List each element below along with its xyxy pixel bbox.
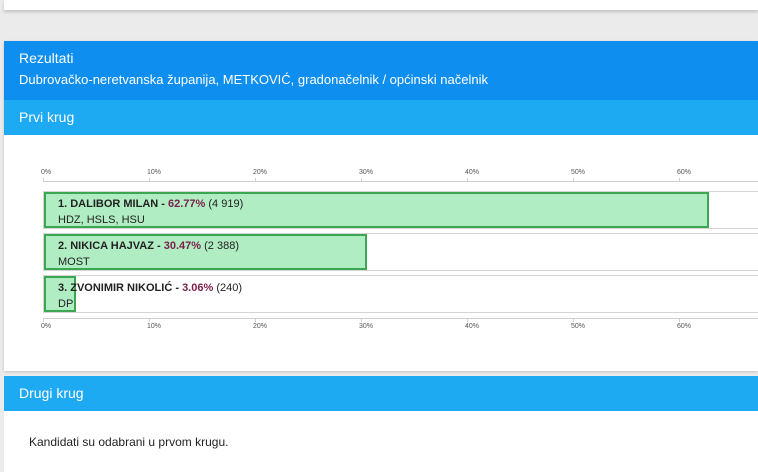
- axis-bottom-tick-mark-5: [573, 318, 574, 322]
- axis-top-tick-mark-6: [679, 178, 680, 182]
- candidate-party-1: HDZ, HSLS, HSU: [58, 214, 145, 226]
- axis-top-tick-mark-5: [573, 178, 574, 182]
- axis-bottom-tick-mark-3: [361, 318, 362, 322]
- candidate-name-2: 2. NIKICA HAJVAZ: [58, 240, 154, 252]
- axis-top-tick-3: 30%: [359, 169, 374, 176]
- axis-top: 0% 10% 20% 30% 40% 50% 60%: [41, 169, 758, 182]
- previous-card: [4, 0, 758, 10]
- candidate-row-1: 1. DALIBOR MILAN - 62.77% (4 919) HDZ, H…: [43, 191, 758, 229]
- candidate-text-2: 2. NIKICA HAJVAZ - 30.47% (2 388) MOST: [58, 240, 239, 268]
- axis-top-tick-6: 60%: [677, 169, 692, 176]
- axis-bottom-tick-mark-0: [43, 318, 44, 322]
- axis-top-tick-4: 40%: [465, 169, 480, 176]
- round2-title: Drugi krug: [19, 385, 84, 401]
- axis-top-tick-2: 20%: [253, 169, 268, 176]
- axis-top-tick-1: 10%: [147, 169, 162, 176]
- axis-top-tick-5: 50%: [571, 169, 586, 176]
- axis-bottom-tick-3: 30%: [359, 323, 374, 330]
- candidate-percent-1: 62.77%: [168, 198, 206, 210]
- axis-bottom-tick-0: 0%: [41, 323, 52, 330]
- round1-header: Prvi krug: [4, 100, 758, 135]
- candidate-party-2: MOST: [58, 256, 90, 268]
- candidate-percent-2: 30.47%: [163, 240, 202, 252]
- candidate-votes-1: (4 919): [208, 198, 244, 210]
- candidate-votes-2: (2 388): [204, 240, 239, 252]
- candidate-row-3: 3. ZVONIMIR NIKOLIĆ - 3.06% (240) DP: [43, 275, 758, 313]
- axis-bottom-tick-1: 10%: [147, 323, 162, 330]
- axis-top-tick-mark-2: [255, 178, 256, 182]
- results-title: Rezultati: [19, 50, 74, 66]
- candidate-row-2: 2. NIKICA HAJVAZ - 30.47% (2 388) MOST: [43, 233, 758, 271]
- candidate-name-3: 3. ZVONIMIR NIKOLIĆ: [58, 282, 173, 294]
- axis-bottom: 0% 10% 20% 30% 40% 50% 60%: [41, 318, 758, 334]
- candidate-percent-3: 3.06%: [182, 282, 214, 294]
- round1-title: Prvi krug: [19, 109, 75, 125]
- round1-chart: 0% 10% 20% 30% 40% 50% 60% 1. DALIBOR MILAN - …: [4, 135, 758, 371]
- axis-bottom-tick-mark-2: [255, 318, 256, 322]
- candidate-text-1: 1. DALIBOR MILAN - 62.77% (4 919) HDZ, H…: [58, 198, 244, 226]
- axis-top-tick-mark-0: [43, 178, 44, 182]
- axis-top-tick-mark-3: [361, 178, 362, 182]
- axis-bottom-tick-mark-4: [467, 318, 468, 322]
- axis-top-tick-mark-1: [149, 178, 150, 182]
- candidate-name-1: 1. DALIBOR MILAN: [58, 198, 159, 210]
- axis-bottom-tick-mark-6: [679, 318, 680, 322]
- round2-card: Drugi krug Kandidati su odabrani u prvom…: [4, 376, 758, 472]
- axis-bottom-tick-5: 50%: [571, 323, 586, 330]
- candidate-text-3: 3. ZVONIMIR NIKOLIĆ - 3.06% (240) DP: [58, 282, 243, 310]
- axis-top-tick-mark-4: [467, 178, 468, 182]
- axis-bottom-tick-6: 60%: [677, 323, 692, 330]
- axis-bottom-tick-4: 40%: [465, 323, 480, 330]
- candidate-party-3: DP: [58, 298, 74, 310]
- round2-note: Kandidati su odabrani u prvom krugu.: [29, 435, 229, 449]
- candidate-votes-3: (240): [216, 282, 243, 294]
- axis-top-tick-0: 0%: [41, 169, 52, 176]
- results-subtitle: Dubrovačko-neretvanska županija, METKOVI…: [19, 72, 488, 87]
- axis-bottom-line: [43, 318, 758, 319]
- axis-bottom-tick-2: 20%: [253, 323, 268, 330]
- results-header: Rezultati Dubrovačko-neretvanska županij…: [4, 41, 758, 100]
- axis-bottom-tick-mark-1: [149, 318, 150, 322]
- axis-top-line: [43, 181, 758, 182]
- results-card: Rezultati Dubrovačko-neretvanska županij…: [4, 41, 758, 371]
- round2-header: Drugi krug: [4, 376, 758, 411]
